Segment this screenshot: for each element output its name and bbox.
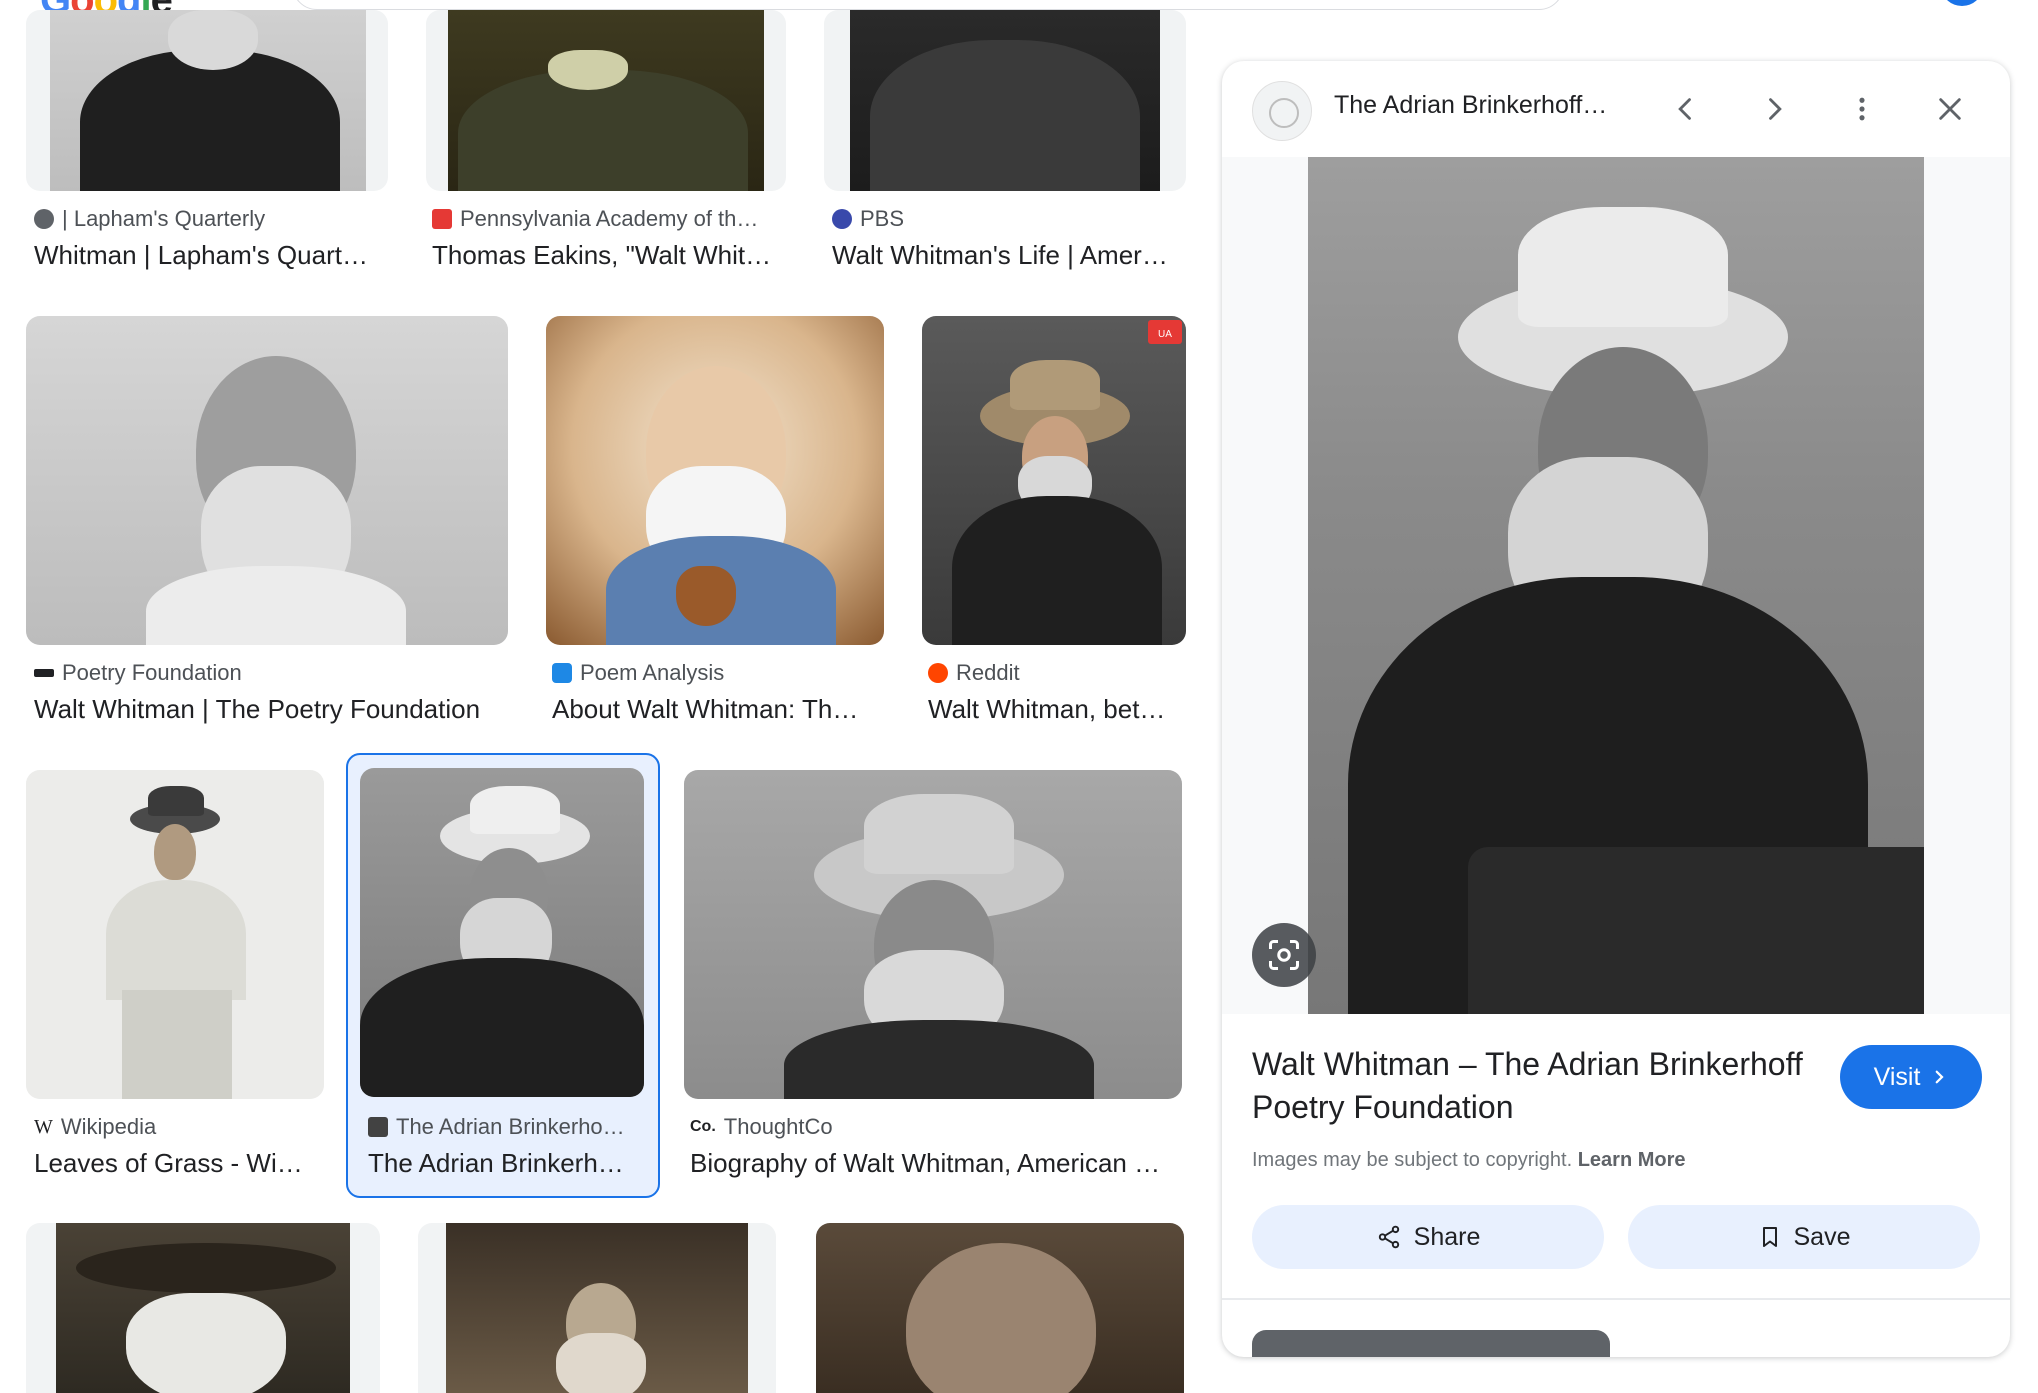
panel-divider [1222, 1298, 2010, 1300]
result-title[interactable]: Thomas Eakins, "Walt Whit… [432, 240, 782, 271]
poetry-foundation-favicon-icon [34, 669, 54, 677]
result-title[interactable]: Leaves of Grass - Wi… [34, 1148, 324, 1179]
site-favicon-icon [1252, 81, 1312, 141]
result-title[interactable]: Biography of Walt Whitman, American … [690, 1148, 1180, 1179]
panel-header: The Adrian Brinkerhoff… [1222, 61, 2010, 157]
result-image-8[interactable] [360, 768, 644, 1097]
close-button[interactable] [1924, 83, 1976, 135]
chevron-right-icon [1936, 1070, 1944, 1084]
preview-title[interactable]: Walt Whitman – The Adrian Brinkerhoff Po… [1252, 1043, 1812, 1129]
lens-icon [1269, 940, 1299, 970]
lens-search-button[interactable] [1252, 923, 1316, 987]
related-image-thumbnail[interactable] [1252, 1330, 1610, 1357]
prev-icon [1678, 98, 1691, 120]
thoughtco-favicon-icon: Co. [690, 1118, 716, 1135]
result-image-5[interactable] [546, 316, 884, 645]
next-button[interactable] [1748, 83, 1800, 135]
close-icon [1939, 98, 1961, 120]
next-icon [1769, 98, 1782, 120]
share-icon [1378, 1225, 1399, 1249]
result-image-4[interactable] [26, 316, 508, 645]
preview-image[interactable] [1308, 157, 1924, 1014]
visit-label: Visit [1873, 1062, 1921, 1091]
result-image-7[interactable] [26, 770, 324, 1099]
search-input[interactable] [292, 0, 1564, 10]
result-source: Reddit [928, 660, 1184, 686]
prev-button[interactable] [1660, 83, 1712, 135]
pafa-favicon-icon [432, 209, 452, 229]
wikipedia-favicon-icon: W [34, 1115, 53, 1138]
learn-more-link[interactable]: Learn More [1578, 1149, 1686, 1171]
result-image-2[interactable] [426, 10, 786, 191]
result-title[interactable]: The Adrian Brinkerh… [368, 1148, 648, 1179]
result-image-11[interactable] [418, 1223, 776, 1393]
visit-button[interactable]: Visit [1840, 1045, 1982, 1109]
result-image-6[interactable]: UA [922, 316, 1186, 645]
copyright-notice: Images may be subject to copyright. Lear… [1252, 1149, 1686, 1172]
panel-site-name[interactable]: The Adrian Brinkerhoff… [1334, 91, 1607, 120]
result-image-3[interactable] [824, 10, 1186, 191]
result-source: Poetry Foundation [34, 660, 504, 686]
reddit-favicon-icon [928, 663, 948, 683]
save-label: Save [1793, 1222, 1851, 1251]
preview-image-area [1222, 157, 2010, 1014]
result-title[interactable]: Walt Whitman | The Poetry Foundation [34, 694, 504, 725]
result-title[interactable]: Whitman | Lapham's Quart… [34, 240, 384, 271]
result-source: | Lapham's Quarterly [34, 206, 384, 232]
result-image-1[interactable] [26, 10, 388, 191]
result-source: Pennsylvania Academy of th… [432, 206, 782, 232]
result-image-10[interactable] [26, 1223, 380, 1393]
brinkerhoff-favicon-icon [368, 1117, 388, 1137]
result-source: Poem Analysis [552, 660, 882, 686]
result-source: Co. ThoughtCo [690, 1114, 833, 1139]
copyright-text: Images may be subject to copyright. [1252, 1149, 1573, 1171]
share-label: Share [1413, 1222, 1481, 1251]
bookmark-icon [1762, 1227, 1777, 1247]
result-title[interactable]: Walt Whitman, bet… [928, 694, 1184, 725]
pbs-favicon-icon [832, 209, 852, 229]
image-preview-panel: The Adrian Brinkerhoff… Walt Whitman – T… [1222, 61, 2010, 1357]
lapham-favicon-icon [34, 209, 54, 229]
result-image-9[interactable] [684, 770, 1182, 1099]
result-source: W Wikipedia [34, 1114, 157, 1139]
more-options-button[interactable] [1836, 83, 1888, 135]
reddit-badge: UA [1148, 320, 1182, 344]
more-icon [1859, 97, 1865, 121]
poem-analysis-favicon-icon [552, 663, 572, 683]
result-source: The Adrian Brinkerho… [368, 1114, 648, 1140]
share-button[interactable]: Share [1252, 1205, 1604, 1269]
result-image-12[interactable] [816, 1223, 1184, 1393]
result-source: PBS [832, 206, 1182, 232]
result-title[interactable]: About Walt Whitman: Th… [552, 694, 882, 725]
avatar[interactable] [1942, 0, 1982, 6]
result-title[interactable]: Walt Whitman's Life | Amer… [832, 240, 1182, 271]
save-button[interactable]: Save [1628, 1205, 1980, 1269]
